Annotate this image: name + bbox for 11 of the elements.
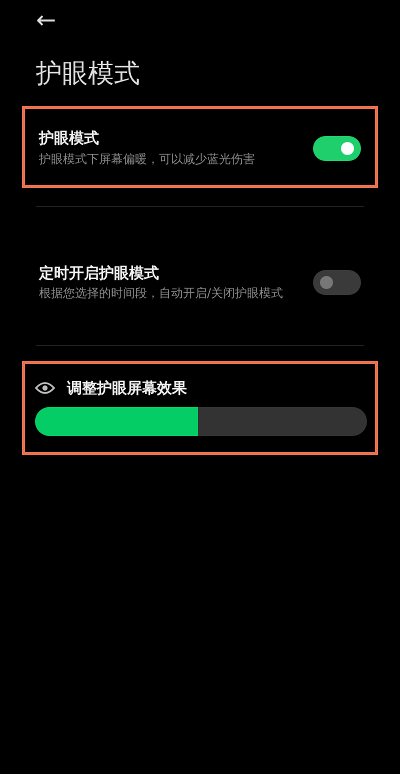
setting-title: 定时开启护眼模式 (39, 262, 160, 284)
toggle-switch[interactable] (313, 136, 361, 161)
setting-description: 根据您选择的时间段，自动开启/关闭护眼模式 (39, 285, 284, 302)
setting-title: 护眼模式 (39, 128, 100, 150)
slider-track[interactable] (35, 407, 367, 436)
eye-icon (35, 380, 55, 395)
page-title: 护眼模式 (36, 59, 141, 90)
toggle-switch[interactable] (313, 270, 361, 296)
setting-description: 护眼模式下屏幕偏暖，可以减少蓝光伤害 (39, 150, 256, 168)
back-button[interactable]: ← (36, 8, 56, 32)
setting-title: 调整护眼屏幕效果 (67, 378, 187, 399)
